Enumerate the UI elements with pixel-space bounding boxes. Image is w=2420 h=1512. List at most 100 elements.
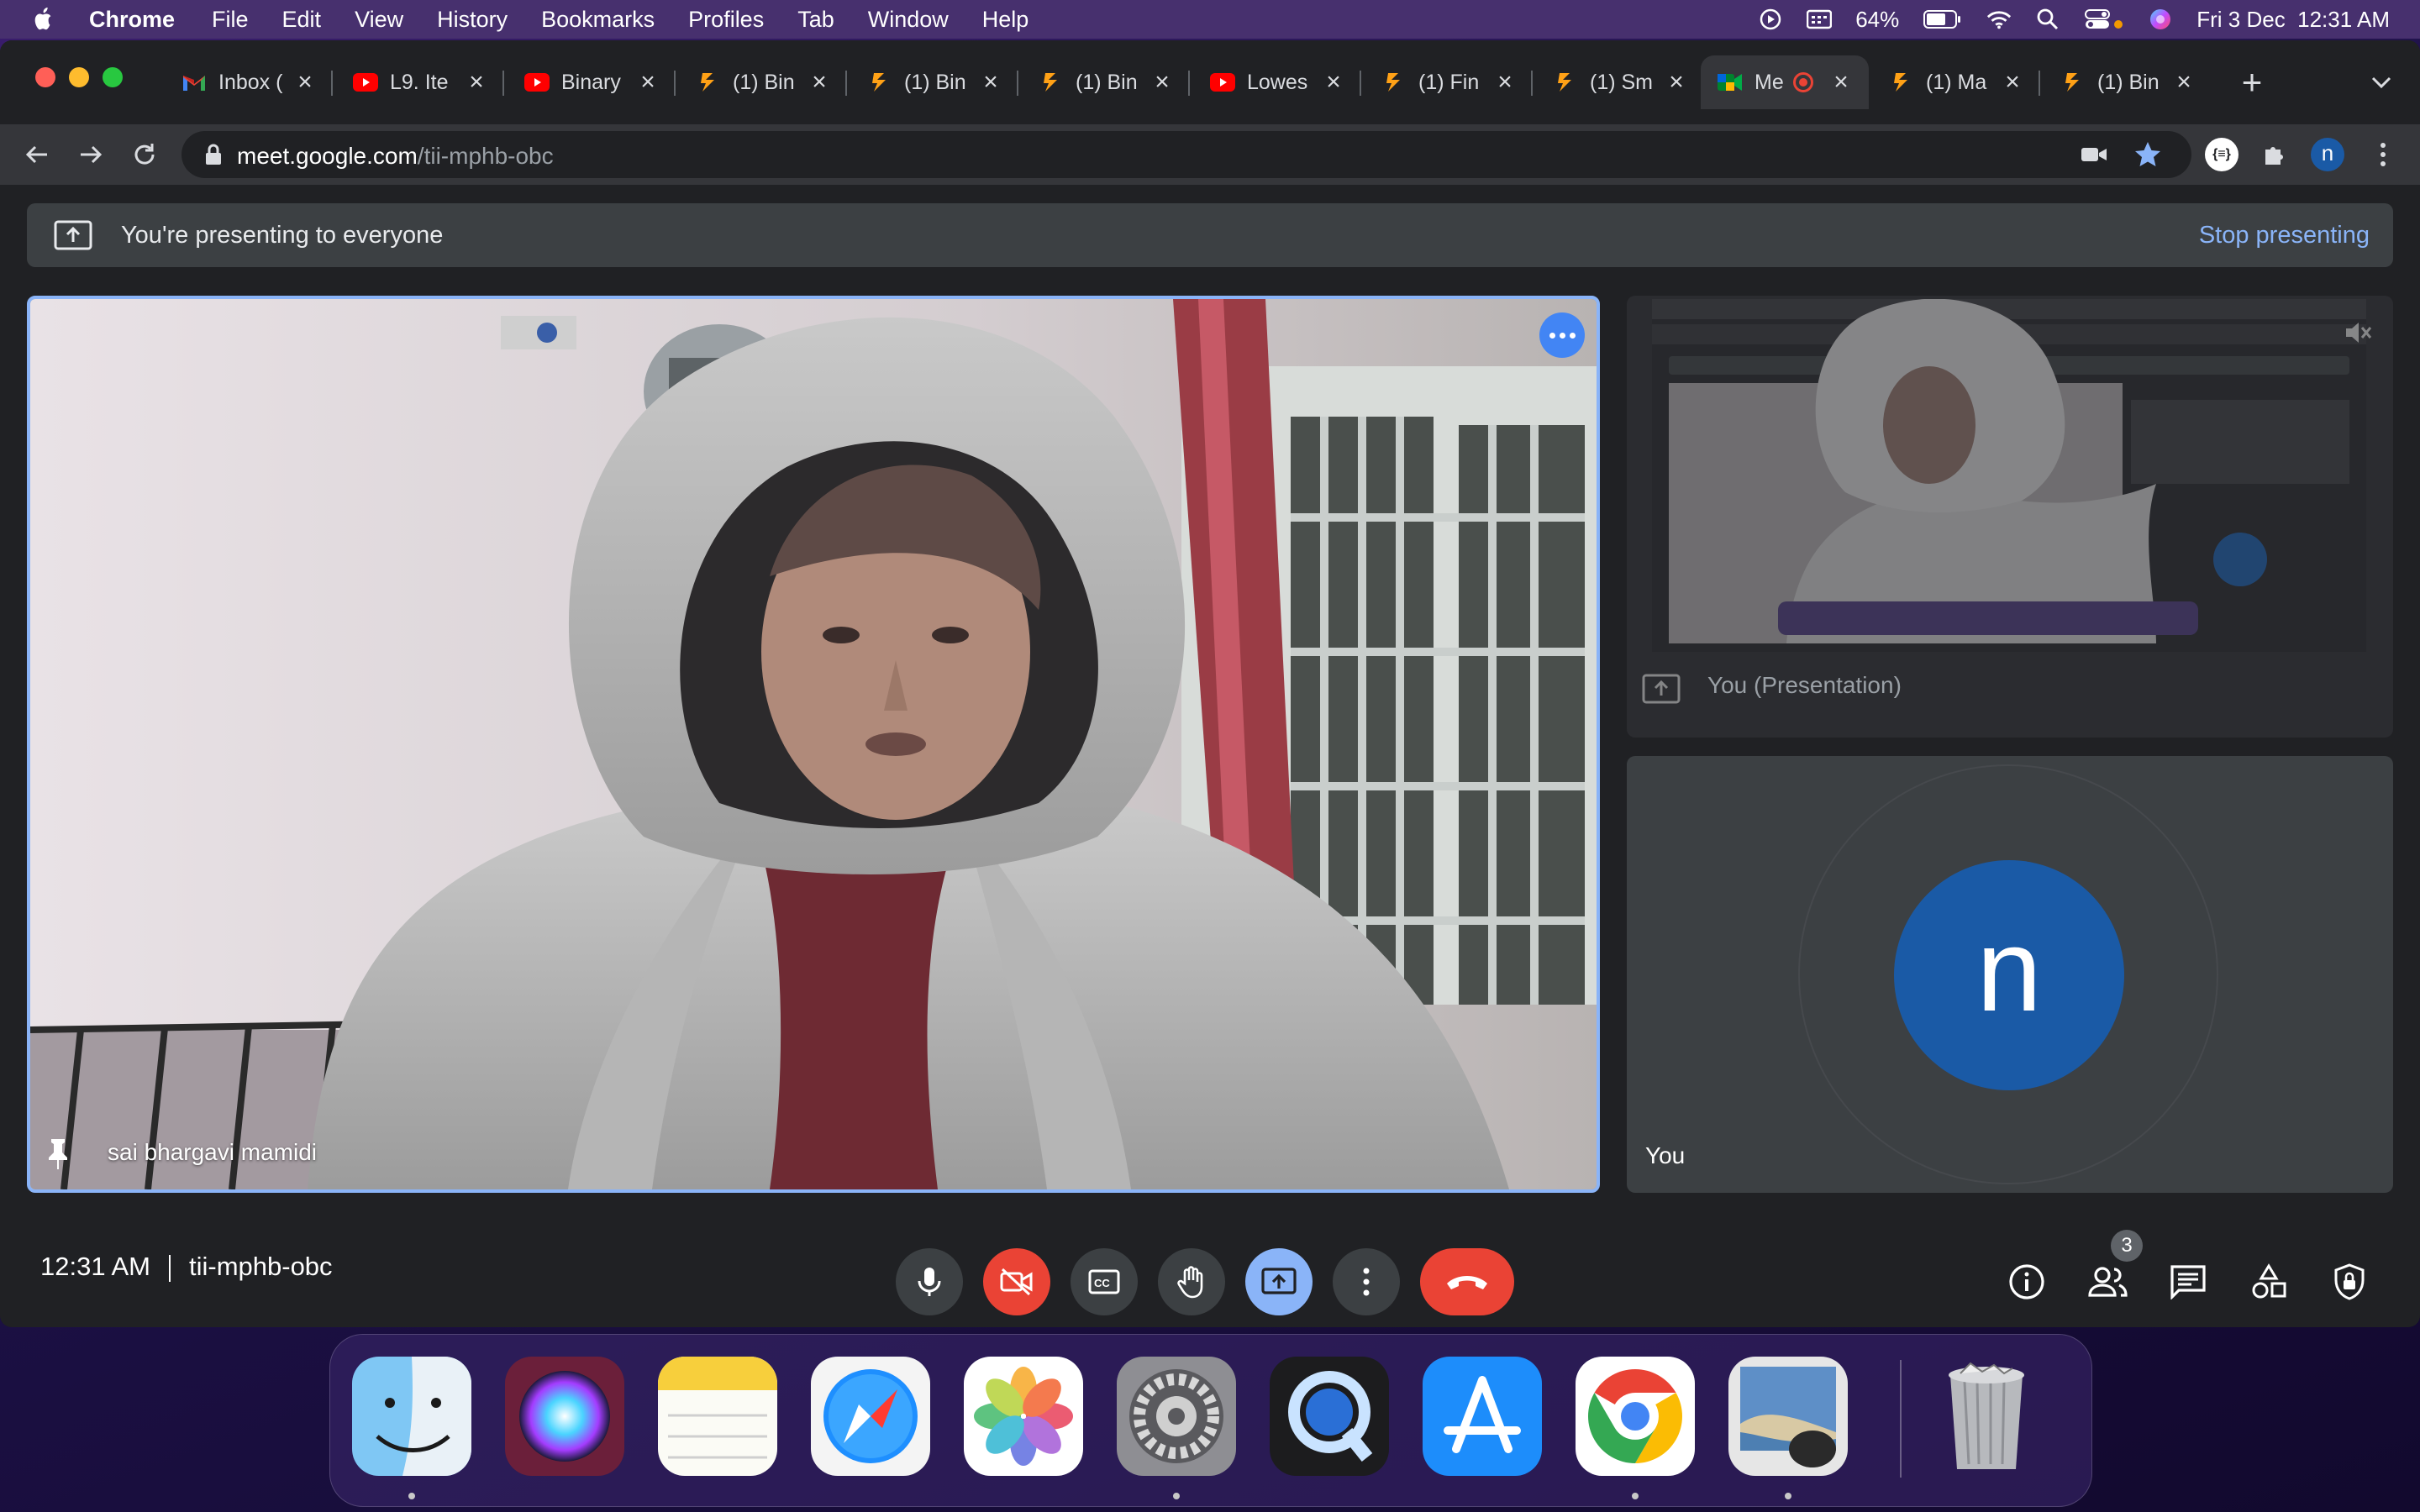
url-path: /tii-mphb-obc (417, 143, 554, 169)
new-tab-plus-icon[interactable]: + (2235, 65, 2269, 100)
wifi-icon[interactable] (1986, 8, 2012, 30)
apple-icon[interactable] (32, 7, 55, 32)
present-now-button[interactable] (1245, 1248, 1313, 1315)
host-controls-shield-icon[interactable] (2329, 1262, 2370, 1302)
video-off-icon (1000, 1268, 1033, 1296)
tab-site[interactable]: (1) Bin × (1022, 55, 1190, 109)
pin-icon[interactable] (45, 1137, 71, 1171)
dock-chrome[interactable] (1576, 1357, 1695, 1476)
present-screen-icon (1261, 1268, 1297, 1294)
calendar-icon[interactable] (1807, 8, 1833, 30)
lock-icon[interactable] (203, 143, 224, 166)
bookmark-star-icon[interactable] (2131, 138, 2165, 171)
minimize-window-button[interactable] (69, 67, 89, 87)
menu-file[interactable]: File (212, 7, 249, 33)
play-circle-icon[interactable] (1758, 8, 1783, 30)
menu-profiles[interactable]: Profiles (688, 7, 764, 33)
chrome-menu-kebab-icon[interactable] (2366, 138, 2400, 171)
tab-youtube[interactable]: L9. Ite × (336, 55, 504, 109)
address-bar[interactable]: meet.google.com/tii-mphb-obc (182, 131, 2191, 178)
camera-in-use-icon[interactable] (2077, 138, 2111, 171)
tab-close-icon[interactable]: × (464, 70, 489, 95)
menu-bookmarks[interactable]: Bookmarks (541, 7, 655, 33)
captions-button[interactable]: CC (1071, 1248, 1138, 1315)
tab-close-icon[interactable]: × (1828, 70, 1854, 95)
leave-call-button[interactable] (1420, 1248, 1514, 1315)
raise-hand-button[interactable] (1158, 1248, 1225, 1315)
tab-site[interactable]: (1) Ma × (1872, 55, 2040, 109)
extension-json-icon[interactable]: {≡} (2205, 138, 2238, 171)
tab-close-icon[interactable]: × (2000, 70, 2025, 95)
activities-shapes-icon[interactable] (2249, 1262, 2289, 1302)
dock-safari[interactable] (811, 1357, 930, 1476)
tab-title: Inbox ( (218, 70, 283, 94)
tab-close-icon[interactable]: × (1492, 70, 1518, 95)
tab-close-icon[interactable]: × (1150, 70, 1175, 95)
microphone-button[interactable] (896, 1248, 963, 1315)
menu-view[interactable]: View (355, 7, 403, 33)
tab-site[interactable]: (1) Fin × (1365, 55, 1533, 109)
url-text[interactable]: meet.google.com/tii-mphb-obc (237, 143, 554, 170)
tab-meet-active[interactable]: Me × (1701, 55, 1869, 109)
participant-name: sai bhargavi mamidi (108, 1139, 317, 1165)
dock-finder[interactable] (352, 1357, 471, 1476)
participants-icon[interactable] (2087, 1262, 2128, 1302)
menu-help[interactable]: Help (982, 7, 1029, 33)
battery-icon[interactable] (1923, 8, 1963, 30)
chat-icon[interactable] (2168, 1262, 2208, 1302)
participant-video-tile[interactable]: sai bhargavi mamidi (27, 296, 1600, 1193)
close-window-button[interactable] (35, 67, 55, 87)
menu-app-name[interactable]: Chrome (89, 7, 175, 33)
dock-preview[interactable] (1728, 1357, 1848, 1476)
zoom-window-button[interactable] (103, 67, 123, 87)
profile-avatar[interactable]: n (2311, 138, 2344, 171)
stop-presenting-button[interactable]: Stop presenting (2199, 222, 2370, 249)
tab-close-icon[interactable]: × (978, 70, 1003, 95)
dock-trash[interactable] (1927, 1357, 2046, 1476)
tab-close-icon[interactable]: × (635, 70, 660, 95)
tab-close-icon[interactable]: × (1321, 70, 1346, 95)
tab-site[interactable]: (1) Sm × (1536, 55, 1704, 109)
back-arrow-icon[interactable] (20, 138, 54, 171)
camera-off-button[interactable] (983, 1248, 1050, 1315)
self-video-tile[interactable]: n You (1627, 756, 2393, 1193)
dock-app-store[interactable] (1423, 1357, 1542, 1476)
menubar-datetime[interactable]: Fri 3 Dec 12:31 AM (2196, 7, 2390, 33)
preview-icon (1728, 1357, 1848, 1476)
tab-close-icon[interactable]: × (807, 70, 832, 95)
tab-close-icon[interactable]: × (1664, 70, 1689, 95)
tab-close-icon[interactable]: × (2171, 70, 2196, 95)
tab-site[interactable]: (1) Bin × (850, 55, 1018, 109)
menu-history[interactable]: History (437, 7, 508, 33)
menu-window[interactable]: Window (868, 7, 949, 33)
participant-video-feed (30, 299, 1597, 1189)
meeting-code[interactable]: tii-mphb-obc (189, 1252, 333, 1281)
tab-site[interactable]: (1) Bin × (679, 55, 847, 109)
siri-icon[interactable] (2148, 8, 2173, 30)
more-options-button[interactable] (1333, 1248, 1400, 1315)
tab-youtube[interactable]: Binary × (508, 55, 676, 109)
tab-youtube[interactable]: Lowes × (1193, 55, 1361, 109)
reload-icon[interactable] (128, 138, 161, 171)
presentation-preview-tile[interactable]: You (Presentation) (1627, 296, 2393, 738)
forward-arrow-icon[interactable] (74, 138, 108, 171)
meeting-details-info-icon[interactable] (2007, 1262, 2047, 1302)
dock-siri[interactable] (505, 1357, 624, 1476)
tab-search-chevron-icon[interactable] (2366, 67, 2400, 97)
menu-tab[interactable]: Tab (797, 7, 834, 33)
browser-toolbar: meet.google.com/tii-mphb-obc {≡} n (0, 124, 2420, 185)
dock-quicktime[interactable] (1270, 1357, 1389, 1476)
menu-edit[interactable]: Edit (282, 7, 322, 33)
extensions-puzzle-icon[interactable] (2259, 138, 2292, 171)
dock-system-preferences[interactable] (1117, 1357, 1236, 1476)
tile-options-more-icon[interactable] (1539, 312, 1585, 358)
recording-icon (1793, 72, 1813, 92)
muted-speaker-icon (2346, 323, 2372, 343)
dock-photos[interactable] (964, 1357, 1083, 1476)
tab-close-icon[interactable]: × (292, 70, 318, 95)
control-center-icon[interactable] (2084, 8, 2124, 30)
dock-notes[interactable] (658, 1357, 777, 1476)
tab-inbox[interactable]: Inbox ( × (165, 55, 333, 109)
spotlight-search-icon[interactable] (2035, 8, 2060, 30)
tab-site[interactable]: (1) Bin × (2044, 55, 2212, 109)
